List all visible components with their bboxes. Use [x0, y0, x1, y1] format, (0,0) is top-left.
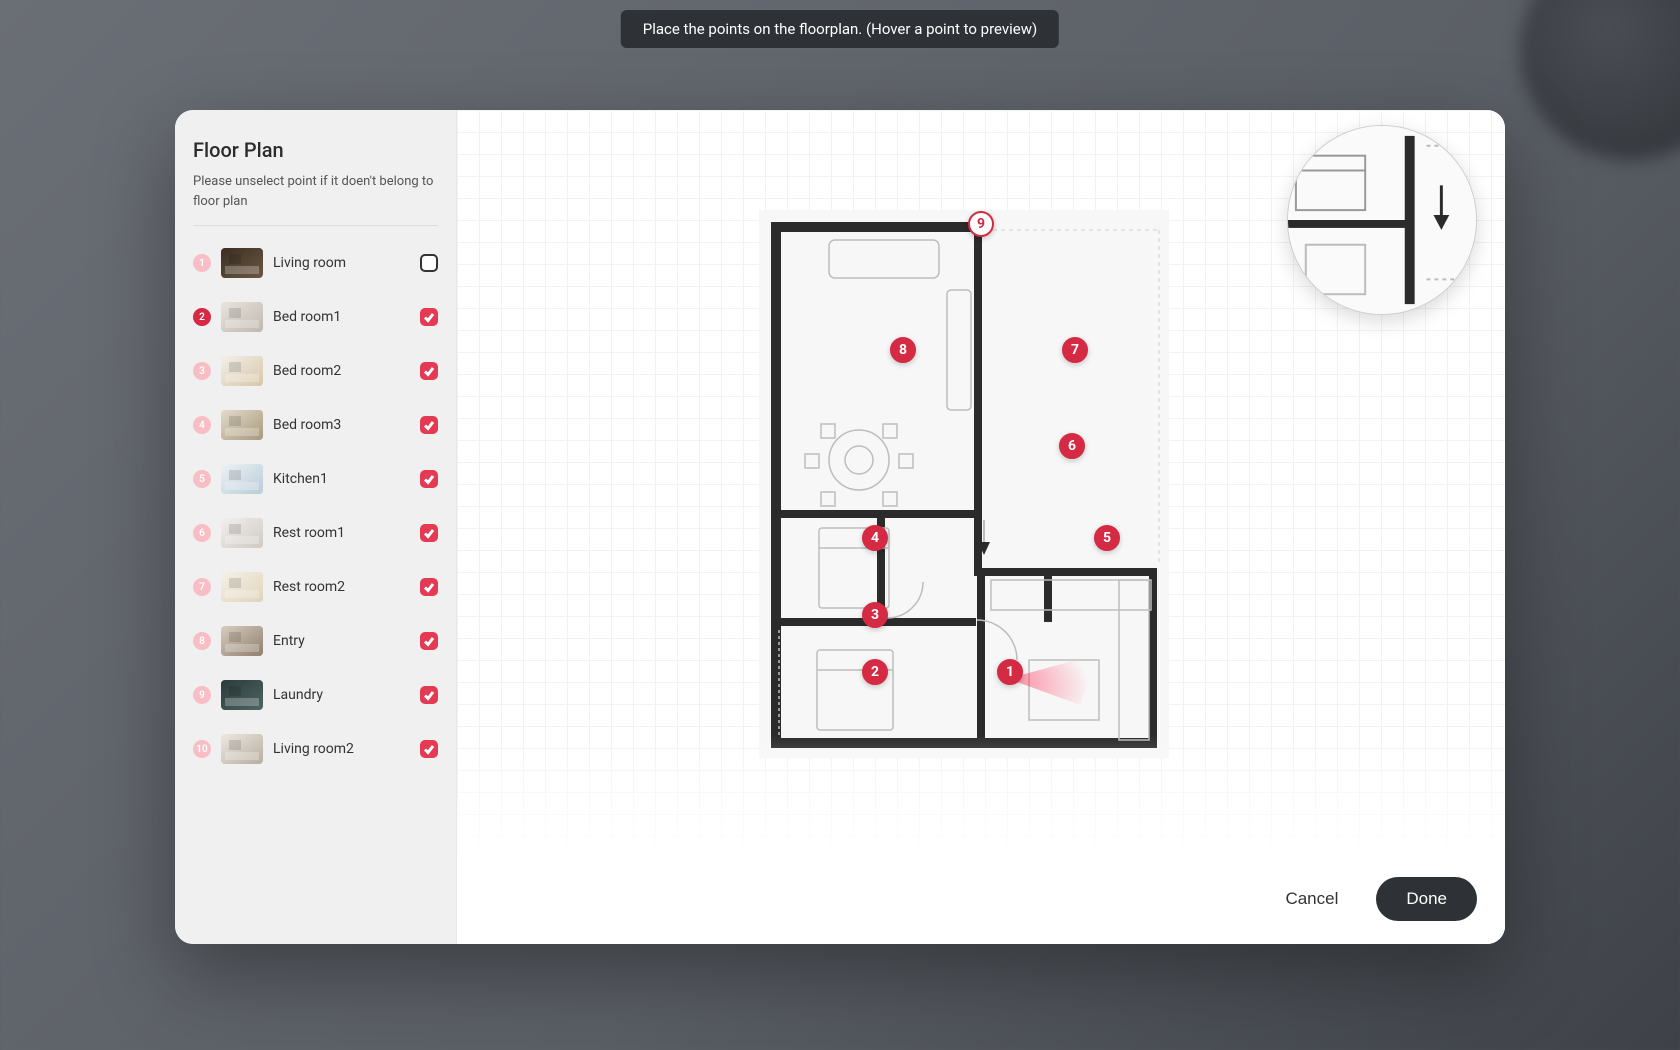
room-label: Living room2	[273, 741, 410, 757]
room-number-badge: 4	[193, 416, 211, 434]
room-item[interactable]: 10 Living room2	[193, 722, 438, 776]
room-label: Bed room2	[273, 363, 410, 379]
room-thumbnail	[221, 410, 263, 440]
magnifier-preview	[1287, 125, 1477, 315]
instruction-pill: Place the points on the floorplan. (Hove…	[621, 10, 1059, 48]
room-thumbnail	[221, 248, 263, 278]
sidebar-subtitle: Please unselect point if it doen't belon…	[193, 172, 438, 226]
room-checkbox[interactable]	[420, 362, 438, 380]
room-item[interactable]: 6 Rest room1	[193, 506, 438, 560]
room-thumbnail	[221, 302, 263, 332]
room-number-badge: 9	[193, 686, 211, 704]
corner-blob	[1520, 0, 1680, 160]
room-item[interactable]: 2 Bed room1	[193, 290, 438, 344]
room-checkbox[interactable]	[420, 632, 438, 650]
room-number-badge: 6	[193, 524, 211, 542]
modal-footer: Cancel Done	[739, 854, 1505, 944]
room-label: Entry	[273, 633, 410, 649]
sidebar: Floor Plan Please unselect point if it d…	[175, 110, 457, 944]
room-thumbnail	[221, 518, 263, 548]
floorplan-point[interactable]: 9	[968, 211, 994, 237]
room-item[interactable]: 7 Rest room2	[193, 560, 438, 614]
room-list: 1Living room2Bed room13Bed room24Bed roo…	[193, 236, 438, 776]
room-label: Kitchen1	[273, 471, 410, 487]
room-label: Bed room3	[273, 417, 410, 433]
room-number-badge: 2	[193, 308, 211, 326]
room-thumbnail	[221, 464, 263, 494]
room-thumbnail	[221, 734, 263, 764]
room-number-badge: 5	[193, 470, 211, 488]
room-item[interactable]: 1 Living room	[193, 236, 438, 290]
instruction-text: Place the points on the floorplan. (Hove…	[643, 20, 1037, 38]
sidebar-title: Floor Plan	[193, 138, 438, 162]
room-number-badge: 1	[193, 254, 211, 272]
floorplan-point[interactable]: 5	[1094, 525, 1120, 551]
room-checkbox[interactable]	[420, 470, 438, 488]
room-checkbox[interactable]	[420, 524, 438, 542]
room-item[interactable]: 5 Kitchen1	[193, 452, 438, 506]
room-label: Rest room1	[273, 525, 410, 541]
room-number-badge: 7	[193, 578, 211, 596]
room-label: Bed room1	[273, 309, 410, 325]
room-item[interactable]: 8 Entry	[193, 614, 438, 668]
cancel-button[interactable]: Cancel	[1271, 879, 1352, 919]
room-item[interactable]: 9 Laundry	[193, 668, 438, 722]
done-button[interactable]: Done	[1376, 877, 1477, 921]
room-checkbox[interactable]	[420, 740, 438, 758]
floorplan-point[interactable]: 2	[862, 659, 888, 685]
room-number-badge: 10	[193, 740, 211, 758]
room-thumbnail	[221, 626, 263, 656]
room-item[interactable]: 4 Bed room3	[193, 398, 438, 452]
room-label: Laundry	[273, 687, 410, 703]
room-number-badge: 3	[193, 362, 211, 380]
room-label: Living room	[273, 255, 410, 271]
floorplan-point[interactable]: 4	[862, 525, 888, 551]
floorplan-point[interactable]: 6	[1059, 433, 1085, 459]
room-checkbox[interactable]	[420, 578, 438, 596]
room-checkbox[interactable]	[420, 416, 438, 434]
floorplan-point[interactable]: 3	[862, 602, 888, 628]
floorplan-canvas[interactable]: 123456789 C	[457, 110, 1505, 944]
room-label: Rest room2	[273, 579, 410, 595]
floorplan-point[interactable]: 8	[890, 337, 916, 363]
room-checkbox[interactable]	[420, 308, 438, 326]
room-item[interactable]: 3 Bed room2	[193, 344, 438, 398]
floorplan-modal: Floor Plan Please unselect point if it d…	[175, 110, 1505, 944]
floorplan-point[interactable]: 7	[1062, 337, 1088, 363]
room-number-badge: 8	[193, 632, 211, 650]
room-thumbnail	[221, 356, 263, 386]
room-checkbox[interactable]	[420, 686, 438, 704]
room-checkbox[interactable]	[420, 254, 438, 272]
floorplan-image	[759, 210, 1169, 758]
room-thumbnail	[221, 680, 263, 710]
floorplan-point[interactable]: 1	[997, 659, 1023, 685]
room-thumbnail	[221, 572, 263, 602]
